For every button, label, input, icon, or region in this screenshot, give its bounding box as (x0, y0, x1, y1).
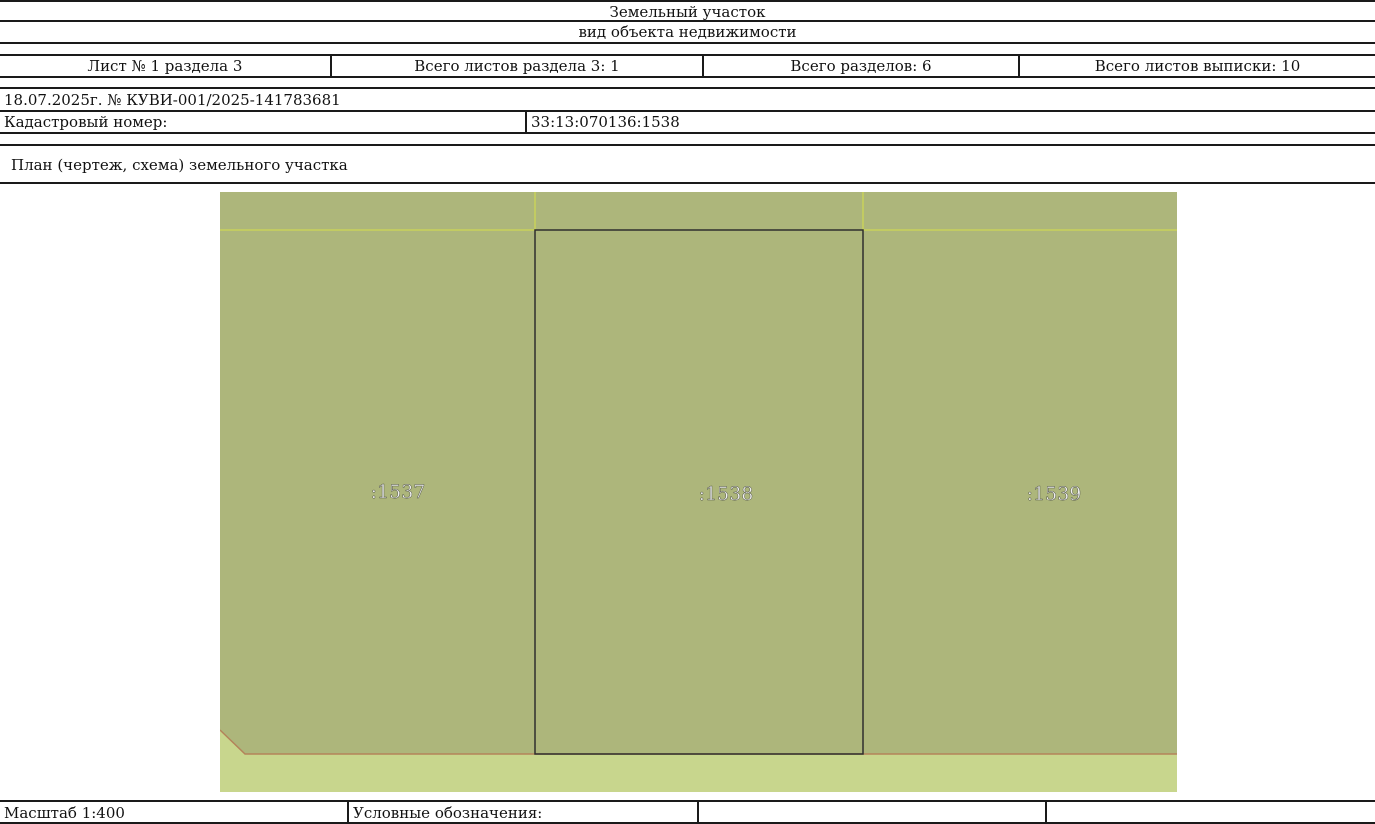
map-scale: Масштаб 1:400 (0, 802, 349, 822)
parcel-label-1539: :1539 (1027, 483, 1082, 505)
total-sections-count: Всего разделов: 6 (704, 56, 1020, 76)
footer-row: Масштаб 1:400 Условные обозначения: (0, 800, 1375, 824)
legend-label: Условные обозначения: (349, 802, 699, 822)
plan-title: План (чертеж, схема) земельного участка (11, 156, 348, 174)
date-number: 18.07.2025г. № КУВИ-001/2025-141783681 (4, 91, 341, 109)
total-sheets-count: Всего листов выписки: 10 (1094, 57, 1301, 75)
parcel-map: :1537 :1538 :1539 (220, 192, 1177, 792)
parcel-label-1537: :1537 (371, 481, 426, 503)
object-title: Земельный участок (609, 3, 766, 21)
date-number-row: 18.07.2025г. № КУВИ-001/2025-141783681 (0, 87, 1375, 111)
legend-cell (1047, 802, 1375, 822)
sheet-info-row: Лист № 1 раздела 3 Всего листов раздела … (0, 54, 1375, 78)
object-subtitle: вид объекта недвижимости (578, 23, 797, 41)
section-sheets-count: Всего листов раздела 3: 1 (332, 56, 704, 76)
cadastral-value: 33:13:070136:1538 (531, 113, 680, 131)
parcel-label-1538: :1538 (699, 483, 754, 505)
parcels-area (220, 192, 1177, 754)
cadastral-number-row: Кадастровый номер: 33:13:070136:1538 (0, 110, 1375, 134)
plan-title-row: План (чертеж, схема) земельного участка (0, 144, 1375, 184)
object-subtitle-row: вид объекта недвижимости (0, 20, 1375, 44)
object-title-row: Земельный участок (0, 0, 1375, 22)
cadastral-label: Кадастровый номер: (0, 112, 527, 132)
sheet-number: Лист № 1 раздела 3 (0, 56, 332, 76)
legend-cell (699, 802, 1047, 822)
